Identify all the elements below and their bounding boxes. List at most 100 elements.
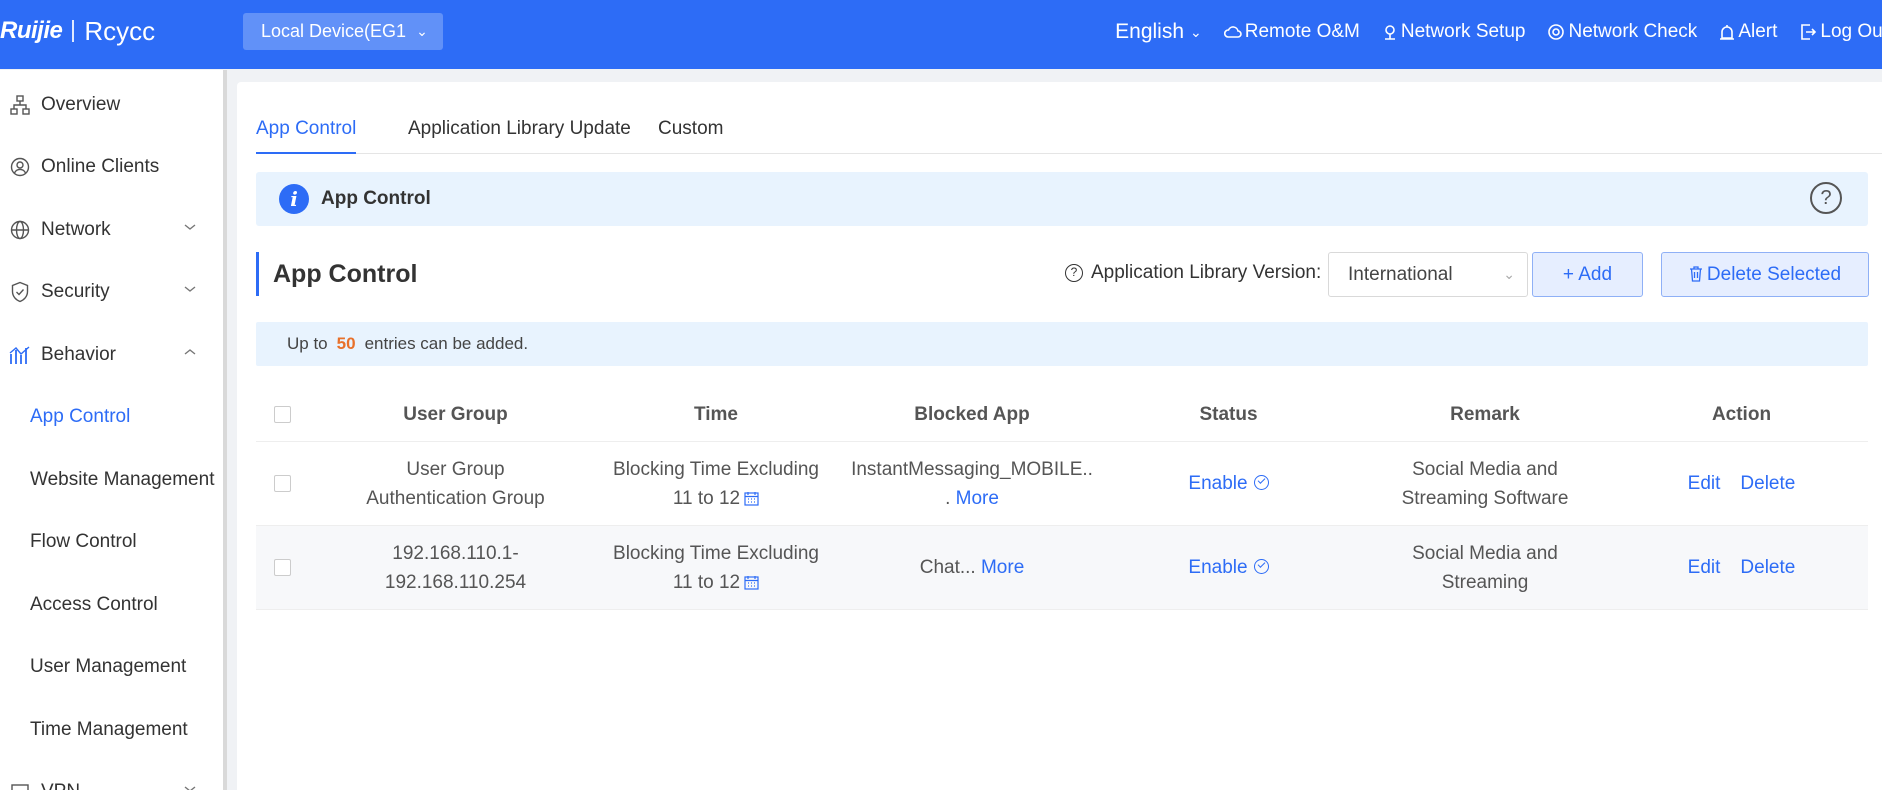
time-value: Blocking Time Excluding 11 to 12 — [613, 458, 819, 509]
status-label: Enable — [1188, 473, 1248, 494]
chevron-down-icon — [184, 286, 196, 292]
row-checkbox[interactable] — [273, 475, 291, 492]
status-enable-link[interactable]: Enable — [1188, 469, 1269, 498]
remark-cell: Social Media and Streaming — [1412, 542, 1558, 593]
logo-divider — [72, 20, 75, 42]
check-circle-icon — [1253, 475, 1269, 491]
globe-icon — [9, 219, 31, 241]
row-checkbox[interactable] — [273, 559, 291, 576]
alert-icon — [1720, 25, 1735, 40]
sidebar-subitem-time-management[interactable]: Time Management — [30, 710, 188, 750]
delete-link[interactable]: Delete — [1740, 553, 1795, 582]
sidebar-item-label: Security — [41, 281, 110, 302]
blocked-app-value: InstantMessaging_MOBILE.. — [851, 458, 1093, 480]
delete-selected-button[interactable]: Delete Selected — [1661, 252, 1869, 297]
action-cell: Edit Delete — [1628, 442, 1855, 525]
banner-title: App Control — [321, 188, 431, 209]
sidebar-subitem-user-management[interactable]: User Management — [30, 647, 186, 687]
logo-sub-text: Rcycc — [84, 15, 156, 46]
sidebar-item-vpn[interactable]: VPN — [0, 772, 223, 790]
delete-link[interactable]: Delete — [1740, 469, 1795, 498]
more-link[interactable]: More — [956, 488, 999, 509]
sidebar-item-label: Network — [41, 219, 111, 240]
status-enable-link[interactable]: Enable — [1188, 553, 1269, 582]
logout-icon — [1801, 24, 1817, 40]
blocked-app-text: InstantMessaging_MOBILE... More — [851, 455, 1093, 513]
top-bar: Ruijie Rcycc Local Device(EG1 ⌄ English … — [0, 0, 1882, 69]
status-cell: Enable — [1115, 526, 1342, 609]
sidebar-item-online-clients[interactable]: Online Clients — [0, 147, 223, 187]
add-button[interactable]: + Add — [1532, 252, 1643, 297]
check-icon — [1548, 24, 1565, 40]
sidebar-subitem-flow-control[interactable]: Flow Control — [30, 522, 137, 562]
col-header-status: Status — [1199, 403, 1258, 425]
chevron-down-icon: ⌄ — [416, 23, 428, 39]
info-banner: i App Control ? — [256, 172, 1868, 226]
logout-link[interactable]: Log Out — [1799, 21, 1882, 43]
notice-count: 50 — [336, 334, 356, 353]
vpn-icon — [9, 781, 31, 790]
network-check-link[interactable]: Network Check — [1547, 21, 1697, 43]
section-title: App Control — [256, 252, 417, 296]
library-version-value: International — [1348, 264, 1453, 285]
user-group-cell: 192.168.110.1-192.168.110.254 — [384, 542, 527, 593]
edit-link[interactable]: Edit — [1688, 553, 1721, 582]
col-header-remark: Remark — [1450, 403, 1520, 425]
check-circle-icon — [1253, 559, 1269, 575]
blocked-app-value: Chat... — [919, 557, 976, 578]
chevron-down-icon: ⌄ — [1190, 23, 1202, 40]
table-row: User Group Authentication Group Blocking… — [256, 442, 1868, 526]
remote-om-link[interactable]: Remote O&M — [1223, 21, 1360, 43]
sidebar-subitem-app-control[interactable]: App Control — [30, 397, 130, 437]
calendar-icon[interactable] — [744, 491, 759, 506]
status-label: Enable — [1188, 557, 1248, 578]
question-icon[interactable]: ? — [1065, 264, 1083, 282]
tab-app-control[interactable]: App Control — [256, 118, 357, 154]
topology-icon — [9, 94, 31, 116]
trash-icon — [1689, 266, 1702, 282]
select-all-checkbox[interactable] — [273, 405, 291, 423]
col-header-user-group: User Group — [403, 403, 508, 425]
tab-custom[interactable]: Custom — [658, 118, 723, 154]
remote-om-label: Remote O&M — [1244, 21, 1360, 42]
alert-link[interactable]: Alert — [1719, 21, 1777, 43]
time-text: Blocking Time Excluding 11 to 12 — [603, 539, 829, 597]
sidebar-item-behavior[interactable]: Behavior — [0, 335, 223, 375]
library-version-label: ? Application Library Version: — [1065, 262, 1321, 284]
sidebar-subitem-website-management[interactable]: Website Management — [30, 460, 214, 500]
help-icon[interactable]: ? — [1810, 182, 1842, 214]
col-header-action: Action — [1711, 403, 1772, 425]
user-circle-icon — [9, 156, 31, 178]
logout-label: Log Out — [1820, 21, 1882, 42]
blocked-app-cell: Chat... More — [829, 526, 1115, 609]
cloud-icon — [1223, 26, 1242, 38]
delete-selected-label: Delete Selected — [1706, 264, 1842, 285]
network-setup-link[interactable]: Network Setup — [1382, 21, 1525, 43]
logo-text: Ruijie — [0, 17, 63, 44]
language-select[interactable]: English ⌄ — [1115, 20, 1202, 44]
edit-link[interactable]: Edit — [1688, 469, 1721, 498]
sidebar-item-overview[interactable]: Overview — [0, 85, 223, 125]
sidebar-item-security[interactable]: Security — [0, 272, 223, 312]
shield-icon — [9, 281, 31, 303]
chevron-down-icon — [184, 224, 196, 230]
main-content: App Control Application Library Update C… — [237, 82, 1882, 790]
ruijie-reyee-logo: Ruijie Rcycc — [0, 16, 155, 46]
blocked-app-cell: InstantMessaging_MOBILE... More — [829, 442, 1115, 525]
library-version-text: Application Library Version: — [1091, 262, 1322, 283]
sidebar-scrollbar[interactable] — [223, 70, 227, 790]
more-link[interactable]: More — [981, 557, 1024, 578]
row-checkbox-cell — [256, 526, 308, 609]
chevron-down-icon: ⌄ — [1503, 266, 1515, 282]
blocked-app-tail: . — [945, 487, 951, 509]
remark-cell: Social Media and Streaming Software — [1401, 458, 1569, 509]
row-checkbox-cell — [256, 442, 308, 525]
tab-application-library-update[interactable]: Application Library Update — [408, 118, 631, 154]
tab-bar: App Control Application Library Update C… — [256, 104, 1882, 154]
calendar-icon[interactable] — [744, 575, 759, 590]
library-version-select[interactable]: International ⌄ — [1328, 252, 1528, 297]
sidebar-item-network[interactable]: Network — [0, 210, 223, 250]
time-cell: Blocking Time Excluding 11 to 12 — [603, 442, 829, 525]
device-select[interactable]: Local Device(EG1 ⌄ — [243, 13, 443, 50]
sidebar-subitem-access-control[interactable]: Access Control — [30, 585, 158, 625]
